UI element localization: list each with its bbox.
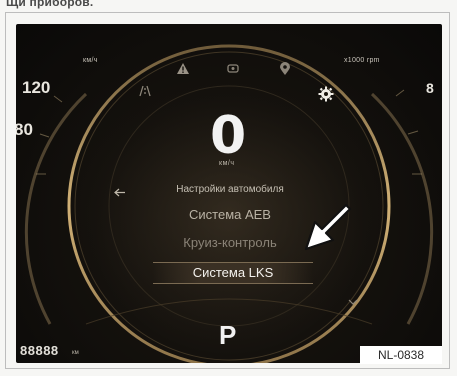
lane-warning-icon: [138, 84, 152, 102]
left-gauge-unit: км/ч: [83, 57, 98, 64]
right-gauge-unit: x1000 rpm: [344, 57, 380, 64]
menu-item-lks-selected[interactable]: Система LKS: [153, 262, 313, 284]
warning-triangle-icon: [176, 62, 190, 80]
left-gauge-tick-side: 80: [16, 120, 33, 139]
speed-value: 0: [210, 106, 247, 166]
chevron-down-icon[interactable]: [348, 292, 358, 310]
page-caption: Щи приборов.: [6, 0, 94, 9]
menu-header: Настройки автомобиля: [176, 184, 284, 195]
left-gauge-tick-top: 120: [22, 78, 51, 97]
speed-unit: км/ч: [219, 160, 235, 167]
odometer-unit: км: [72, 350, 79, 356]
location-icon: [279, 62, 291, 81]
settings-gear-icon: [318, 86, 334, 107]
pointer-arrow-icon: [299, 202, 353, 257]
gear-indicator: P: [219, 320, 237, 350]
instrument-cluster-screen: км/ч 120 80 x1000 rpm 8 0 км/ч Настройки…: [16, 24, 442, 363]
back-arrow-icon[interactable]: [114, 184, 126, 202]
engine-check-icon: [226, 62, 240, 80]
right-gauge-tick: 8: [426, 80, 434, 96]
odometer-value: 88888: [20, 343, 59, 358]
figure-reference-label: NL-0838: [360, 346, 442, 364]
menu-item-lks-label: Система LKS: [192, 265, 274, 280]
